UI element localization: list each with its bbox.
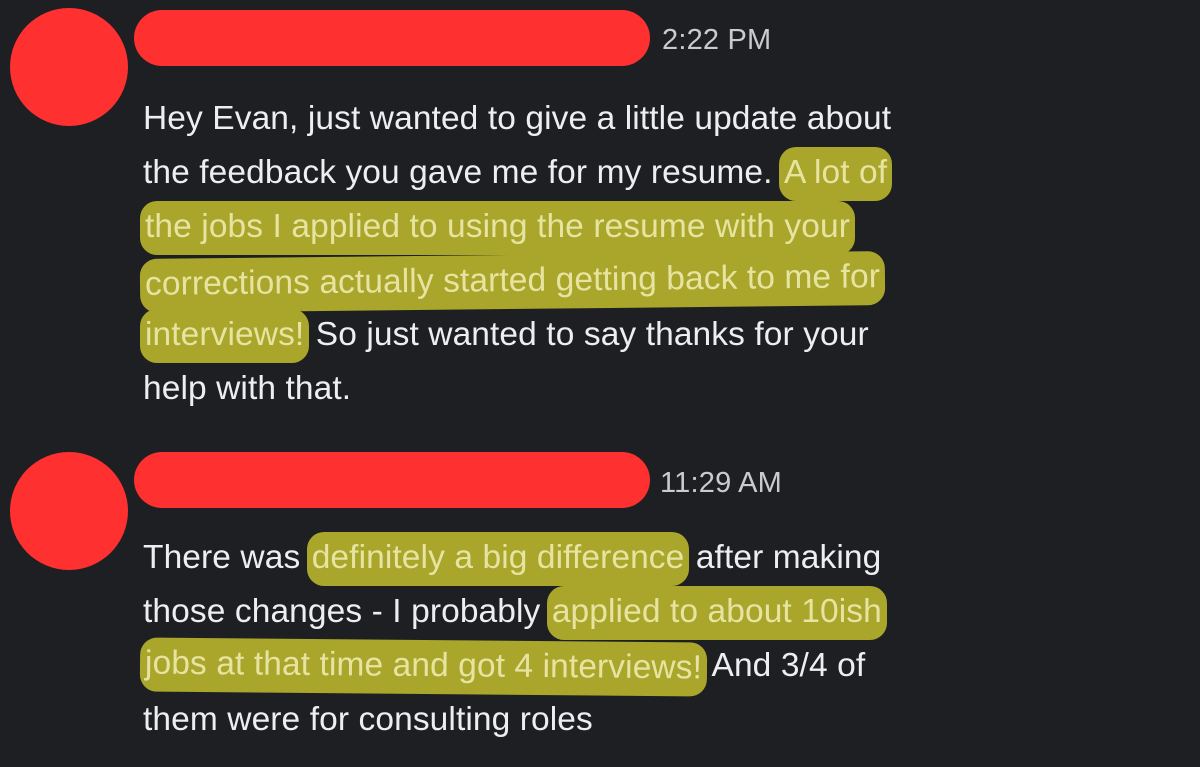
avatar-redacted[interactable] bbox=[10, 452, 128, 570]
highlighted-text: A lot of bbox=[781, 150, 890, 198]
avatar-redacted[interactable] bbox=[10, 8, 128, 126]
message-timestamp: 11:29 AM bbox=[660, 467, 782, 499]
message-line: jobs at that time and got 4 interviews! … bbox=[142, 639, 1193, 694]
text-segment: help with that. bbox=[143, 370, 352, 407]
message-line: help with that. bbox=[143, 362, 1193, 416]
message-timestamp: 2:22 PM bbox=[662, 24, 772, 56]
message-line: interviews! So just wanted to say thanks… bbox=[143, 308, 1193, 362]
message-line: the jobs I applied to using the resume w… bbox=[143, 200, 1193, 254]
message-line: those changes - I probably applied to ab… bbox=[143, 585, 1193, 639]
message-line: corrections actually started getting bac… bbox=[142, 254, 1193, 310]
text-segment: the feedback you gave me for my resume. bbox=[143, 154, 782, 191]
text-segment: them were for consulting roles bbox=[143, 701, 593, 738]
sender-name-redacted[interactable] bbox=[134, 452, 650, 508]
highlighted-text: corrections actually started getting bac… bbox=[142, 254, 883, 310]
message-line: them were for consulting roles bbox=[143, 693, 1193, 747]
highlighted-text: interviews! bbox=[143, 312, 307, 360]
highlighted-text: applied to about 10ish bbox=[549, 589, 884, 637]
message-line: the feedback you gave me for my resume. … bbox=[143, 146, 1193, 200]
text-segment: after making bbox=[686, 539, 882, 576]
highlighted-text: the jobs I applied to using the resume w… bbox=[143, 204, 852, 252]
message-line: Hey Evan, just wanted to give a little u… bbox=[143, 92, 1193, 146]
highlighted-text: jobs at that time and got 4 interviews! bbox=[142, 640, 705, 694]
message-body: There was definitely a big difference af… bbox=[142, 531, 1193, 747]
message-body: Hey Evan, just wanted to give a little u… bbox=[142, 92, 1193, 416]
text-segment: So just wanted to say thanks for your bbox=[306, 316, 869, 353]
sender-name-redacted[interactable] bbox=[134, 10, 650, 66]
text-segment: Hey Evan, just wanted to give a little u… bbox=[143, 100, 892, 137]
text-segment: There was bbox=[143, 539, 310, 576]
conversation-view: { "messages": [ { "timestamp": "2:22 PM"… bbox=[0, 0, 1200, 767]
highlighted-text: definitely a big difference bbox=[309, 535, 687, 583]
text-segment: those changes - I probably bbox=[143, 593, 550, 630]
message-line: There was definitely a big difference af… bbox=[143, 531, 1193, 585]
text-segment: And 3/4 of bbox=[703, 647, 866, 684]
